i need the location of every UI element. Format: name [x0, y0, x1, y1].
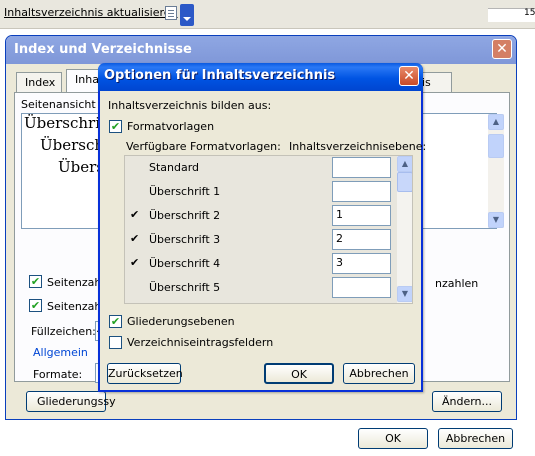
toolbar-options-dropdown[interactable]	[180, 4, 194, 26]
scroll-down-icon[interactable]: ▼	[397, 286, 412, 302]
show-page-numbers-checkbox[interactable]: ✔	[29, 275, 42, 288]
entry-fields-checkbox[interactable]	[109, 336, 122, 349]
outline-numbering-label: Gliederungssy	[37, 395, 116, 408]
build-from-label: Inhaltsverzeichnis bilden aus:	[108, 99, 272, 112]
right-align-page-numbers-checkbox[interactable]: ✔	[29, 299, 42, 312]
toc-options-ok-button[interactable]: OK	[264, 363, 334, 384]
outline-levels-checkbox[interactable]: ✔	[109, 315, 122, 328]
style-level-input[interactable]	[332, 157, 391, 178]
toc-level-header: Inhaltsverzeichnisebene:	[289, 140, 427, 153]
scroll-thumb[interactable]	[397, 172, 412, 192]
style-row-standard[interactable]: Standard	[125, 156, 397, 180]
scroll-up-icon[interactable]: ▲	[488, 114, 504, 130]
style-name: Standard	[149, 161, 200, 174]
tab-leader-label: Füllzeichen:	[31, 325, 96, 338]
update-toc-button[interactable]: Inhaltsverzeichnis aktualisieren	[4, 6, 178, 19]
index-cancel-button[interactable]: Abbrechen	[438, 428, 513, 449]
style-name: Überschrift 4	[149, 257, 221, 270]
available-styles-header: Verfügbare Formatvorlagen:	[126, 140, 281, 153]
scroll-up-icon[interactable]: ▲	[397, 156, 412, 172]
ruler: 15	[488, 8, 535, 22]
index-dialog-title: Index und Verzeichnisse	[14, 42, 192, 57]
toc-options-close-button[interactable]	[399, 66, 419, 86]
styles-checkbox-label: Formatvorlagen	[127, 120, 215, 133]
index-dialog-close-button[interactable]: ✕	[492, 39, 512, 59]
document-icon[interactable]	[165, 6, 177, 20]
scroll-thumb[interactable]	[488, 134, 504, 158]
style-name: Überschrift 5	[149, 281, 221, 294]
ruler-number: 15	[524, 8, 535, 18]
style-level-input[interactable]	[332, 277, 391, 298]
scroll-down-icon[interactable]: ▼	[488, 212, 504, 228]
style-level-input[interactable]: 3	[332, 253, 391, 274]
style-level-list: Standard Überschrift 1 ✔ Überschrift 2 1…	[124, 155, 413, 304]
preview-scrollbar[interactable]: ▲ ▼	[488, 114, 504, 228]
modify-button[interactable]: Ändern...	[432, 391, 502, 412]
print-preview-label: Seitenansicht	[21, 98, 96, 111]
tab-index-label: Index	[25, 76, 56, 89]
update-toc-label: Inhaltsverzeichnis aktualisieren	[4, 6, 178, 19]
style-level-input[interactable]	[332, 181, 391, 202]
style-row-heading-2[interactable]: ✔ Überschrift 2 1	[125, 204, 397, 228]
style-name: Überschrift 1	[149, 185, 221, 198]
entry-fields-label: Verzeichniseintragsfeldern	[127, 336, 274, 349]
style-name: Überschrift 2	[149, 209, 221, 222]
outline-levels-label: Gliederungsebenen	[127, 315, 235, 328]
index-ok-label: OK	[385, 432, 401, 445]
check-icon: ✔	[130, 208, 140, 221]
tab-index[interactable]: Index	[16, 72, 62, 92]
style-list-scrollbar[interactable]: ▲ ▼	[397, 156, 412, 303]
toc-options-cancel-label: Abbrechen	[349, 367, 409, 380]
check-icon: ✔	[130, 256, 140, 269]
style-row-heading-3[interactable]: ✔ Überschrift 3 2	[125, 228, 397, 252]
modify-label: Ändern...	[441, 395, 493, 408]
toc-options-dialog: Optionen für Inhaltsverzeichnis Inhaltsv…	[98, 63, 427, 392]
toc-options-cancel-button[interactable]: Abbrechen	[343, 363, 415, 384]
outline-numbering-button[interactable]: Gliederungssy	[26, 391, 116, 412]
general-group-label: Allgemein	[33, 346, 88, 359]
style-level-input[interactable]: 1	[332, 205, 391, 226]
style-row-heading-5[interactable]: Überschrift 5	[125, 276, 397, 300]
index-ok-button[interactable]: OK	[358, 428, 428, 449]
hyperlinks-label: nzahlen	[435, 277, 479, 290]
style-row-heading-1[interactable]: Überschrift 1	[125, 180, 397, 204]
toc-options-ok-label: OK	[291, 368, 307, 381]
check-icon: ✔	[130, 232, 140, 245]
reset-button[interactable]: Zurücksetzen	[107, 363, 183, 384]
index-cancel-label: Abbrechen	[445, 432, 506, 445]
style-name: Überschrift 3	[149, 233, 221, 246]
index-dialog-titlebar: Index und Verzeichnisse ✕	[6, 36, 516, 64]
style-level-input[interactable]: 2	[332, 229, 391, 250]
toc-options-title: Optionen für Inhaltsverzeichnis	[104, 68, 336, 83]
reset-label: Zurücksetzen	[108, 367, 183, 380]
formats-label: Formate:	[33, 368, 83, 381]
style-row-heading-4[interactable]: ✔ Überschrift 4 3	[125, 252, 397, 276]
styles-checkbox[interactable]: ✔	[109, 120, 122, 133]
toc-options-titlebar: Optionen für Inhaltsverzeichnis	[98, 63, 423, 91]
word-toolbar: Inhaltsverzeichnis aktualisieren 15	[0, 0, 535, 29]
